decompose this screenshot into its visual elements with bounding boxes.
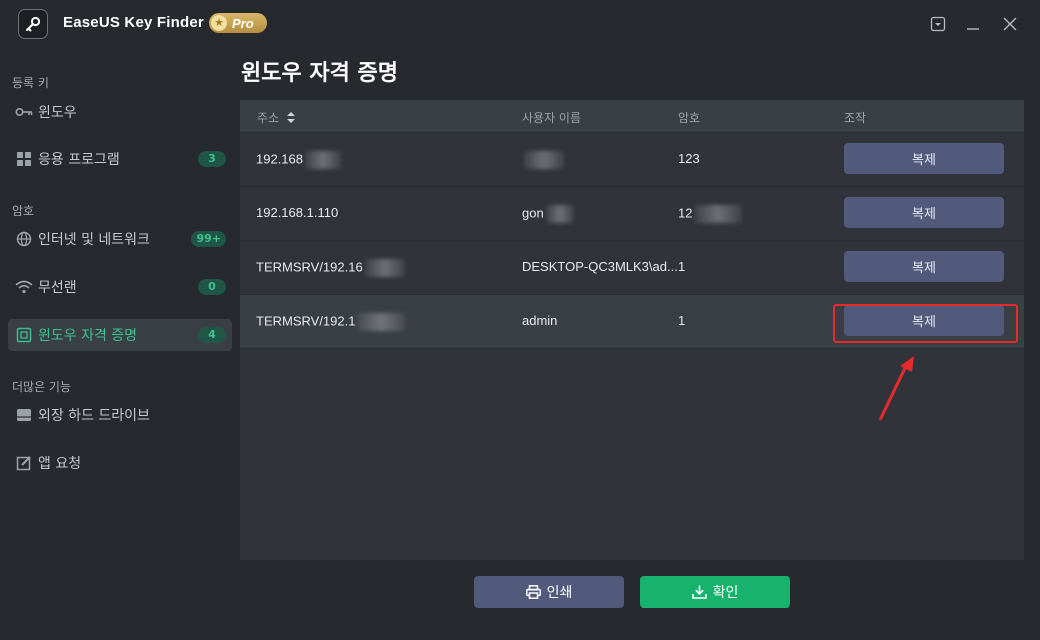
sidebar-item-label: 윈도우 bbox=[38, 105, 77, 121]
annotation-arrow-icon bbox=[878, 356, 914, 421]
address-text: TERMSRV/192.16 bbox=[256, 259, 363, 275]
sidebar-item-label: 응용 프로그램 bbox=[38, 152, 120, 168]
sidebar-item-label: 윈도우 자격 증명 bbox=[38, 328, 138, 344]
count-badge: 99+ bbox=[191, 231, 226, 247]
sidebar-item-windows-credentials[interactable]: 윈도우 자격 증명 4 bbox=[8, 319, 232, 351]
redacted-mask bbox=[694, 205, 743, 223]
redacted-mask bbox=[524, 151, 564, 169]
table-row: 192.168.1.110 gon 12 복제 bbox=[240, 187, 1024, 241]
sidebar-item-external-drive[interactable]: 외장 하드 드라이브 bbox=[8, 399, 232, 431]
password-cell: 1 bbox=[678, 259, 686, 274]
sidebar-item-label: 무선랜 bbox=[38, 280, 77, 296]
address-cell: 192.168 bbox=[256, 151, 341, 169]
section-label-more-features: 더많은 기능 bbox=[12, 380, 72, 394]
copy-button[interactable]: 복제 bbox=[844, 251, 1004, 282]
table-header: 주소 사용자 이름 암호 조작 bbox=[240, 100, 1024, 133]
app-logo-icon bbox=[18, 9, 48, 39]
sidebar: 등록 키 윈도우 응용 프로그램 3 암호 인터넷 및 네트워크 99+ 무선랜… bbox=[0, 48, 240, 640]
sort-icon[interactable] bbox=[286, 111, 295, 126]
password-cell: 1 bbox=[678, 313, 686, 328]
table-row: 192.168 123 복제 bbox=[240, 133, 1024, 187]
download-icon bbox=[691, 585, 707, 599]
column-header-label: 주소 bbox=[257, 111, 280, 125]
print-button[interactable]: 인쇄 bbox=[474, 576, 624, 608]
username-text: gon bbox=[522, 205, 544, 221]
count-badge: 4 bbox=[198, 327, 226, 343]
count-badge: 3 bbox=[198, 151, 226, 167]
sidebar-item-label: 인터넷 및 네트워크 bbox=[38, 232, 150, 248]
pro-badge[interactable]: ★ Pro bbox=[209, 13, 267, 33]
username-cell: gon bbox=[522, 205, 574, 223]
confirm-label: 확인 bbox=[712, 585, 739, 601]
address-cell: TERMSRV/192.1 bbox=[256, 313, 406, 331]
annotation-highlight-box bbox=[833, 304, 1018, 343]
globe-icon bbox=[15, 230, 33, 248]
sidebar-item-app-request[interactable]: 앱 요청 bbox=[8, 447, 232, 479]
apps-grid-icon bbox=[15, 150, 33, 168]
printer-icon bbox=[525, 585, 541, 599]
section-label-registry: 등록 키 bbox=[12, 76, 49, 90]
menu-dropdown-icon[interactable] bbox=[928, 14, 948, 34]
redacted-mask bbox=[364, 259, 405, 277]
close-icon[interactable] bbox=[1000, 14, 1020, 34]
sidebar-item-label: 앱 요청 bbox=[38, 456, 82, 472]
redacted-mask bbox=[545, 205, 574, 223]
address-cell: 192.168.1.110 bbox=[256, 205, 339, 220]
count-badge: 0 bbox=[198, 279, 226, 295]
username-cell: DESKTOP-QC3MLK3\ad... bbox=[522, 259, 678, 274]
app-title: EaseUS Key Finder bbox=[63, 14, 204, 31]
key-icon bbox=[15, 103, 33, 121]
sidebar-item-windows[interactable]: 윈도우 bbox=[8, 96, 232, 128]
sidebar-item-internet-network[interactable]: 인터넷 및 네트워크 99+ bbox=[8, 223, 232, 255]
column-header-username: 사용자 이름 bbox=[522, 111, 582, 125]
section-label-password: 암호 bbox=[12, 204, 35, 218]
column-header-action: 조작 bbox=[844, 111, 867, 125]
sidebar-item-applications[interactable]: 응용 프로그램 3 bbox=[8, 143, 232, 175]
column-header-address[interactable]: 주소 bbox=[257, 109, 295, 126]
address-text: TERMSRV/192.1 bbox=[256, 313, 356, 329]
credential-icon bbox=[15, 326, 33, 344]
password-cell: 123 bbox=[678, 151, 700, 166]
password-text: 12 bbox=[678, 205, 693, 221]
copy-button[interactable]: 복제 bbox=[844, 143, 1004, 174]
title-bar: EaseUS Key Finder ★ Pro bbox=[0, 0, 1040, 48]
star-icon: ★ bbox=[211, 15, 227, 31]
print-label: 인쇄 bbox=[546, 585, 573, 601]
redacted-mask bbox=[357, 313, 406, 331]
page-title: 윈도우 자격 증명 bbox=[241, 61, 398, 86]
confirm-button[interactable]: 확인 bbox=[640, 576, 790, 608]
copy-button[interactable]: 복제 bbox=[844, 197, 1004, 228]
pro-label: Pro bbox=[232, 15, 254, 31]
redacted-mask bbox=[305, 151, 341, 169]
edit-icon bbox=[15, 454, 33, 472]
wifi-icon bbox=[15, 278, 33, 296]
address-text: 192.168 bbox=[256, 151, 303, 167]
username-cell bbox=[522, 151, 564, 169]
sidebar-item-wireless-lan[interactable]: 무선랜 0 bbox=[8, 271, 232, 303]
table-row: TERMSRV/192.16 DESKTOP-QC3MLK3\ad... 1 복… bbox=[240, 241, 1024, 295]
sidebar-item-label: 외장 하드 드라이브 bbox=[38, 408, 150, 424]
password-cell: 12 bbox=[678, 205, 743, 223]
column-header-password: 암호 bbox=[678, 111, 701, 125]
minimize-icon[interactable] bbox=[963, 14, 983, 34]
hard-drive-icon bbox=[15, 406, 33, 424]
address-cell: TERMSRV/192.16 bbox=[256, 259, 405, 277]
username-cell: admin bbox=[522, 313, 558, 328]
